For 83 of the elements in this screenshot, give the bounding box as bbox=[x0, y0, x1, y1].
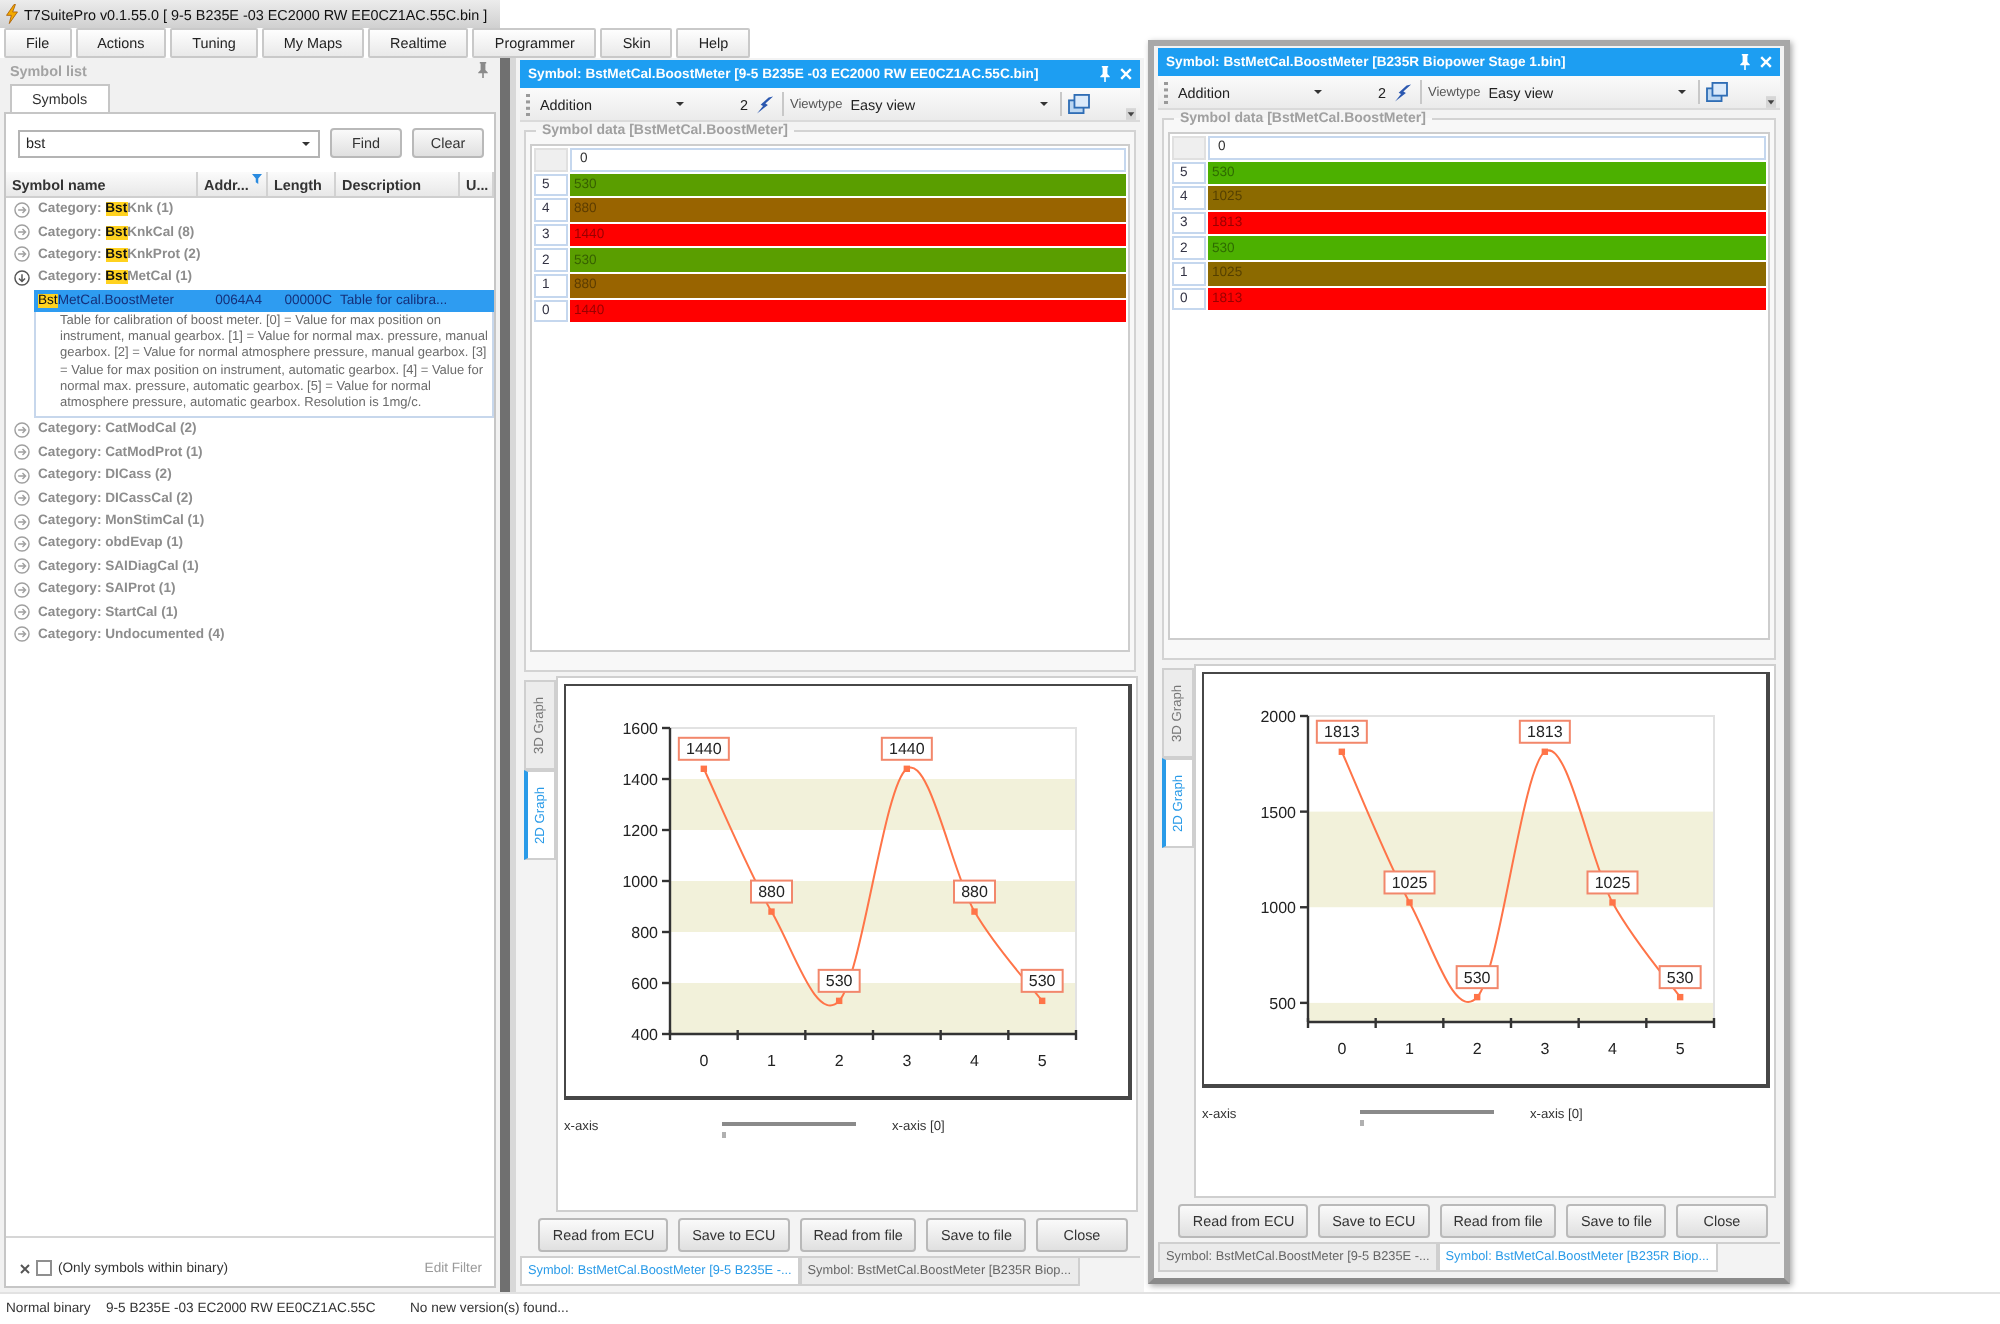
pin-icon[interactable] bbox=[1740, 54, 1750, 70]
funnel-icon[interactable] bbox=[252, 174, 262, 184]
pin-icon[interactable] bbox=[1100, 66, 1110, 82]
caret-icon[interactable] bbox=[1678, 90, 1687, 94]
data-label: 880 bbox=[953, 879, 996, 904]
data-label: 880 bbox=[961, 883, 989, 902]
data-label: 530 bbox=[1658, 965, 1702, 990]
data-label: 1025 bbox=[1594, 874, 1632, 893]
windows-icon[interactable] bbox=[1068, 94, 1091, 114]
lightning-icon bbox=[6, 4, 18, 24]
y-tick-label: 800 bbox=[631, 924, 658, 942]
data-label: 530 bbox=[1666, 968, 1695, 987]
x-tick-label: 5 bbox=[1037, 1052, 1047, 1070]
splitter-bar[interactable] bbox=[500, 58, 516, 1292]
y-tick-label: 1000 bbox=[1260, 899, 1296, 918]
y-tick-label: 400 bbox=[631, 1026, 658, 1044]
overflow-icon[interactable] bbox=[1766, 96, 1776, 108]
close-icon[interactable] bbox=[20, 1263, 30, 1273]
data-point bbox=[835, 997, 843, 1005]
data-point bbox=[700, 765, 708, 772]
overflow-icon[interactable] bbox=[1126, 108, 1136, 120]
y-tick-label: 600 bbox=[631, 975, 658, 993]
checkbox[interactable] bbox=[36, 1260, 52, 1276]
y-tick-label: 1000 bbox=[622, 873, 658, 891]
data-label: 1813 bbox=[1518, 719, 1571, 744]
data-point bbox=[971, 908, 978, 915]
data-label: 530 bbox=[817, 968, 861, 993]
data-label: 1440 bbox=[880, 736, 933, 761]
x-tick-label: 5 bbox=[1675, 1040, 1685, 1058]
windows-icon[interactable] bbox=[1706, 82, 1729, 102]
data-label: 530 bbox=[825, 972, 854, 991]
x-tick-label: 1 bbox=[1405, 1040, 1414, 1058]
data-label: 530 bbox=[1455, 965, 1499, 990]
data-point bbox=[1038, 997, 1046, 1005]
data-label: 1813 bbox=[1324, 723, 1361, 742]
data-label: 530 bbox=[1028, 972, 1057, 991]
data-label: 1813 bbox=[1527, 723, 1564, 742]
x-tick-label: 2 bbox=[1472, 1040, 1482, 1058]
data-label: 1025 bbox=[1383, 870, 1436, 895]
caret-icon[interactable] bbox=[1314, 90, 1322, 94]
data-label: 1025 bbox=[1586, 870, 1639, 895]
x-tick-label: 4 bbox=[1608, 1040, 1617, 1058]
caret-icon[interactable] bbox=[1040, 102, 1049, 106]
pin-icon[interactable] bbox=[478, 62, 488, 78]
x-tick-label: 0 bbox=[699, 1052, 709, 1070]
x-tick-label: 4 bbox=[970, 1052, 979, 1070]
y-tick-label: 1400 bbox=[622, 771, 658, 789]
circle-arrow-icon[interactable] bbox=[14, 269, 30, 286]
caret-icon[interactable] bbox=[302, 141, 310, 145]
data-point bbox=[1473, 993, 1481, 1001]
lightning-icon[interactable] bbox=[1394, 83, 1412, 101]
x-tick-label: 0 bbox=[1337, 1040, 1347, 1058]
x-tick-label: 3 bbox=[1540, 1040, 1550, 1058]
data-point bbox=[903, 765, 911, 772]
data-point bbox=[1609, 899, 1616, 906]
axis-slider[interactable] bbox=[1360, 1109, 1494, 1123]
axis-slider[interactable] bbox=[722, 1121, 856, 1135]
data-label: 1440 bbox=[686, 740, 723, 759]
x-tick-label: 2 bbox=[834, 1052, 844, 1070]
data-point bbox=[1676, 993, 1684, 1001]
data-point bbox=[1406, 899, 1413, 906]
data-point bbox=[1338, 748, 1346, 755]
data-label: 1440 bbox=[677, 736, 730, 761]
y-tick-label: 1500 bbox=[1260, 803, 1296, 822]
data-label: 880 bbox=[758, 883, 786, 902]
lightning-icon[interactable] bbox=[756, 95, 774, 113]
y-tick-label: 2000 bbox=[1260, 708, 1296, 726]
caret-icon[interactable] bbox=[676, 102, 684, 106]
data-label: 1813 bbox=[1315, 719, 1368, 744]
data-label: 530 bbox=[1020, 968, 1064, 993]
data-label: 880 bbox=[750, 879, 793, 904]
x-tick-label: 3 bbox=[902, 1052, 912, 1070]
data-point bbox=[768, 908, 775, 915]
data-label: 1025 bbox=[1391, 874, 1429, 893]
data-label: 530 bbox=[1463, 968, 1492, 987]
grid-corner bbox=[534, 148, 568, 172]
grid-corner bbox=[1172, 136, 1206, 160]
y-tick-label: 500 bbox=[1269, 994, 1296, 1013]
y-tick-label: 1600 bbox=[622, 720, 658, 738]
data-label: 1440 bbox=[889, 740, 926, 759]
data-point bbox=[1541, 748, 1549, 755]
x-tick-label: 1 bbox=[767, 1052, 776, 1070]
y-tick-label: 1200 bbox=[622, 822, 658, 840]
